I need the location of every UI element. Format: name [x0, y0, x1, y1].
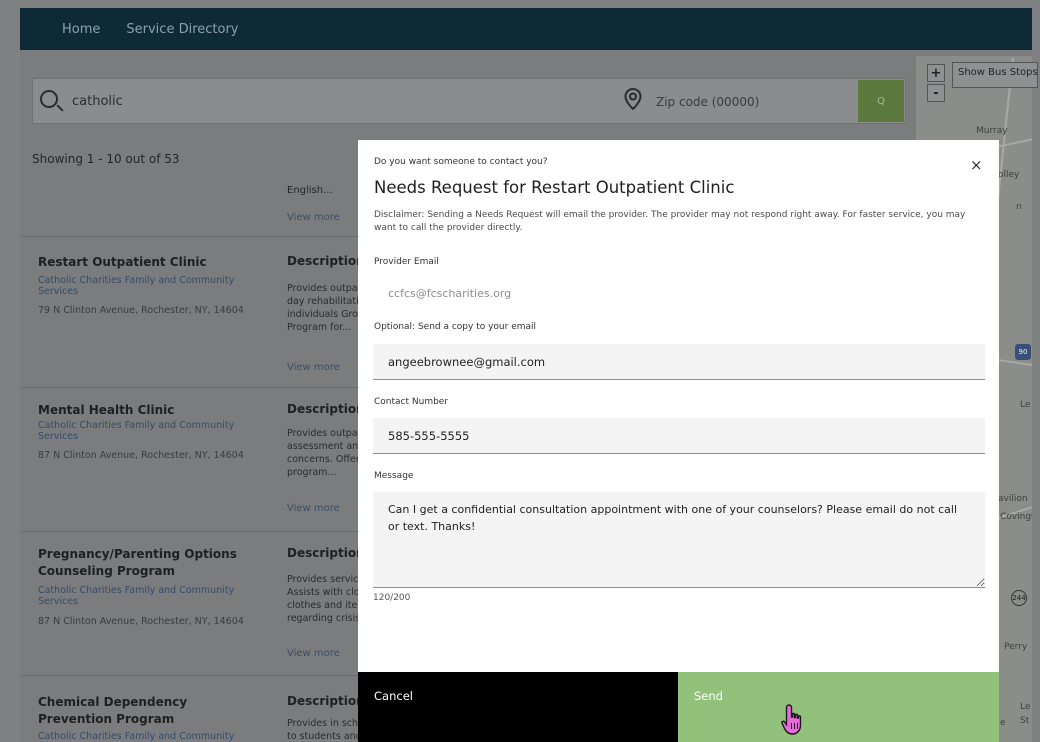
search-button[interactable]: Q: [858, 80, 904, 122]
result-organization[interactable]: Catholic Charities Family and Community …: [38, 275, 258, 297]
zip-code-input[interactable]: Zip code (00000): [656, 95, 759, 109]
nav-home-link[interactable]: Home: [62, 22, 100, 37]
result-address: 79 N Clinton Avenue, Rochester, NY, 1460…: [38, 305, 244, 316]
previous-card-view-more-link[interactable]: View more: [287, 212, 340, 223]
result-title[interactable]: Pregnancy/Parenting Options Counseling P…: [38, 546, 258, 580]
result-organization[interactable]: Catholic Charities Family and Community …: [38, 585, 258, 607]
result-description: Provides outpatientassessment andconcern…: [287, 428, 358, 478]
send-button[interactable]: Send: [678, 672, 999, 742]
route-shield: 244: [1011, 590, 1027, 606]
result-title[interactable]: Chemical Dependency Prevention Program: [38, 694, 258, 728]
result-view-more-link[interactable]: View more: [287, 648, 340, 659]
map-label: Covingto: [1000, 512, 1032, 522]
character-count: 120/200: [373, 593, 411, 603]
result-organization[interactable]: Catholic Charities Family and Community: [38, 731, 258, 742]
divider: [20, 236, 360, 237]
results-count: Showing 1 - 10 out of 53: [32, 152, 180, 166]
hand-cursor-icon: [781, 704, 802, 735]
nav-service-directory-link[interactable]: Service Directory: [126, 22, 238, 37]
search-icon: [40, 90, 58, 108]
divider: [20, 387, 360, 388]
result-organization[interactable]: Catholic Charities Family and Community …: [38, 420, 258, 442]
provider-email-value: ccfcs@fcscharities.org: [388, 287, 512, 300]
map-label: e: [1000, 718, 1006, 728]
top-nav: Home Service Directory: [20, 8, 1032, 50]
interstate-shield: 90: [1015, 344, 1031, 360]
result-address: 87 N Clinton Avenue, Rochester, NY, 1460…: [38, 450, 244, 461]
map-label: Le: [1020, 400, 1031, 410]
map-label: Le: [1020, 702, 1031, 712]
show-bus-stops-toggle[interactable]: Show Bus Stops: [952, 62, 1038, 88]
result-address: 87 N Clinton Avenue, Rochester, NY, 1460…: [38, 616, 244, 627]
message-label: Message: [374, 471, 414, 481]
message-textarea[interactable]: Can I get a confidential consultation ap…: [373, 492, 985, 588]
result-description: Provides servicesAssists with clothesclo…: [287, 574, 358, 624]
cancel-button[interactable]: Cancel: [358, 672, 678, 742]
modal-prompt: Do you want someone to contact you?: [374, 157, 548, 167]
provider-email-label: Provider Email: [374, 257, 439, 267]
result-view-more-link[interactable]: View more: [287, 362, 340, 373]
copy-email-field[interactable]: [373, 344, 985, 380]
result-description-heading: Description: [287, 254, 359, 268]
location-pin-icon: [624, 88, 642, 110]
map-label: avilion: [998, 494, 1028, 504]
disclaimer-text: Disclaimer: Sending a Needs Request will…: [374, 210, 966, 233]
result-description-heading: Description: [287, 694, 359, 708]
result-description: Provides outpatientday rehabilitationind…: [287, 283, 358, 333]
previous-card-language: English...: [287, 185, 333, 196]
search-bar: [32, 78, 906, 124]
result-title[interactable]: Mental Health Clinic: [38, 402, 258, 419]
map-label: Murray: [976, 126, 1008, 136]
needs-request-modal: Do you want someone to contact you? × Ne…: [358, 140, 999, 742]
modal-title: Needs Request for Restart Outpatient Cli…: [374, 178, 735, 197]
result-description-heading: Description: [287, 546, 359, 560]
result-view-more-link[interactable]: View more: [287, 503, 340, 514]
search-input[interactable]: catholic: [72, 94, 123, 109]
divider: [20, 675, 360, 676]
map-label: n: [1016, 202, 1022, 212]
zoom-out-button[interactable]: -: [927, 84, 945, 102]
contact-number-field[interactable]: [373, 418, 985, 454]
map-label: Perry: [1004, 642, 1028, 652]
close-icon[interactable]: ×: [970, 156, 983, 174]
map-label: St: [1020, 716, 1030, 726]
result-description-heading: Description: [287, 402, 359, 416]
zoom-in-button[interactable]: +: [927, 64, 945, 82]
result-title[interactable]: Restart Outpatient Clinic: [38, 254, 258, 271]
map-label: olley: [998, 170, 1020, 180]
copy-email-label: Optional: Send a copy to your email: [374, 322, 537, 332]
contact-number-label: Contact Number: [374, 397, 449, 407]
divider: [20, 531, 360, 532]
